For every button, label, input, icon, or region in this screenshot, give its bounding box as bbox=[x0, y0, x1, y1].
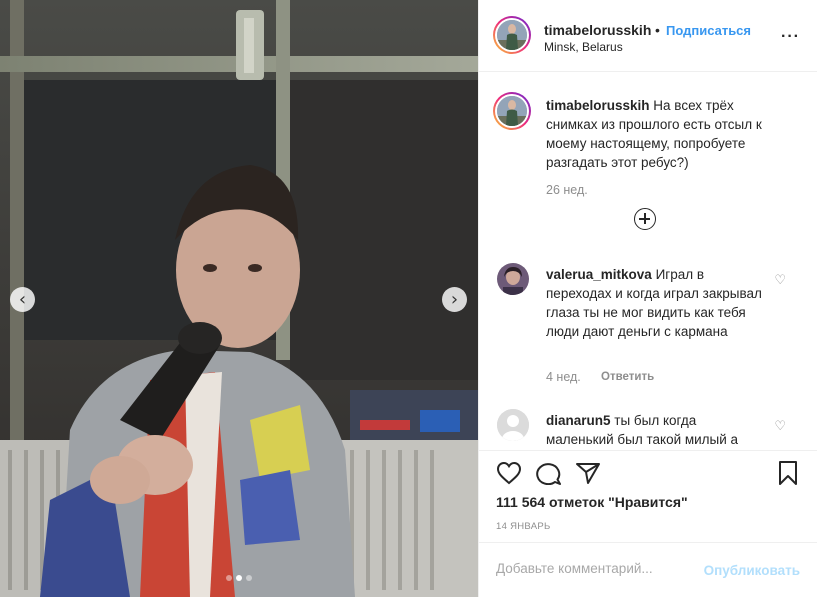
comment-username[interactable]: valerua_mitkova bbox=[546, 267, 652, 282]
chevron-right-icon: › bbox=[450, 288, 459, 310]
comments-list[interactable]: timabelorusskih На всех трёх снимках из … bbox=[479, 72, 817, 450]
load-more-comments-button[interactable] bbox=[634, 208, 656, 230]
publish-comment-button[interactable]: Опубликовать bbox=[704, 563, 800, 578]
carousel-prev-button[interactable]: ‹ bbox=[10, 287, 35, 312]
save-bookmark-icon[interactable] bbox=[778, 460, 798, 486]
commenter-avatar[interactable] bbox=[497, 263, 529, 295]
author-username[interactable]: timabelorusskih bbox=[544, 22, 651, 38]
comment-username[interactable]: dianarun5 bbox=[546, 413, 611, 428]
commenter-avatar-default[interactable] bbox=[497, 409, 529, 441]
author-avatar[interactable] bbox=[493, 16, 531, 54]
photo-image bbox=[0, 0, 478, 597]
carousel-dot-active bbox=[236, 575, 242, 581]
like-heart-icon[interactable] bbox=[496, 461, 522, 485]
likes-count[interactable]: 111 564 отметок "Нравится" bbox=[496, 494, 688, 510]
caption-username[interactable]: timabelorusskih bbox=[546, 98, 650, 113]
carousel-dots bbox=[0, 575, 478, 581]
reply-button[interactable]: Ответить bbox=[601, 371, 654, 383]
carousel-next-button[interactable]: › bbox=[442, 287, 467, 312]
post-location[interactable]: Minsk, Belarus bbox=[544, 40, 623, 54]
comment-age[interactable]: 4 нед. bbox=[546, 370, 581, 384]
separator-dot: • bbox=[655, 22, 660, 38]
comment-like-heart-icon[interactable]: ♡ bbox=[774, 418, 786, 434]
comment-input[interactable] bbox=[496, 561, 686, 576]
caption: timabelorusskih На всех трёх снимках из … bbox=[546, 96, 766, 172]
more-options-icon[interactable]: ··· bbox=[781, 28, 800, 46]
share-send-icon[interactable] bbox=[575, 461, 601, 485]
post-actions: 111 564 отметок "Нравится" 14 ЯНВАРЬ bbox=[479, 450, 817, 542]
carousel-dot bbox=[246, 575, 252, 581]
comment: valerua_mitkova Играл в переходах и когд… bbox=[546, 265, 766, 341]
follow-button[interactable]: Подписаться bbox=[666, 23, 751, 38]
carousel-dot bbox=[226, 575, 232, 581]
comment-bubble-icon[interactable] bbox=[536, 461, 562, 485]
post-date[interactable]: 14 ЯНВАРЬ bbox=[496, 521, 551, 532]
post-header: timabelorusskih • Подписаться Minsk, Bel… bbox=[479, 0, 817, 72]
comment-like-heart-icon[interactable]: ♡ bbox=[774, 272, 786, 288]
post-side-panel: timabelorusskih • Подписаться Minsk, Bel… bbox=[478, 0, 817, 597]
add-comment-bar: Опубликовать bbox=[479, 542, 817, 597]
caption-author-avatar[interactable] bbox=[493, 92, 531, 130]
post-photo[interactable]: ‹ › bbox=[0, 0, 478, 597]
comment: dianarun5 ты был когда маленький был так… bbox=[546, 411, 766, 449]
caption-age[interactable]: 26 нед. bbox=[546, 183, 588, 197]
chevron-left-icon: ‹ bbox=[18, 288, 27, 310]
